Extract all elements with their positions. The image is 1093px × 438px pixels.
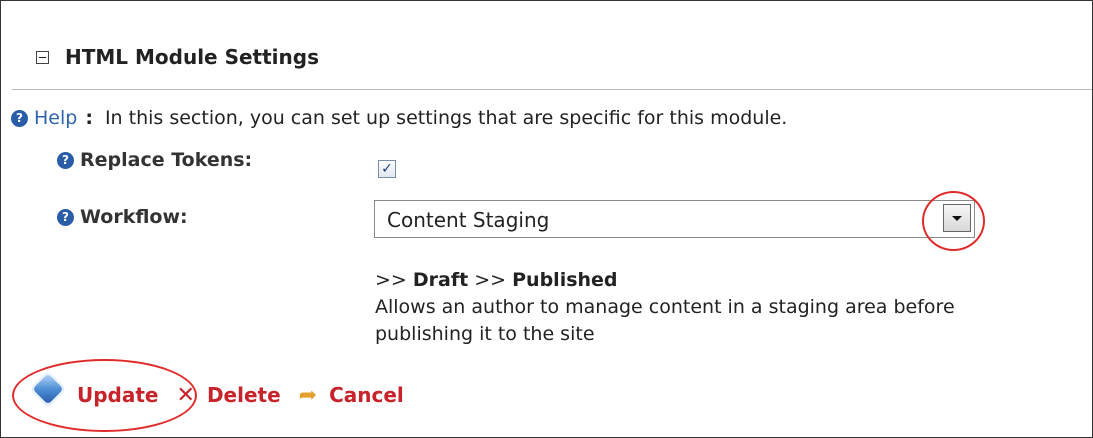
x-icon: ✕ (176, 382, 195, 408)
workflow-label: ? Workflow: (57, 206, 188, 228)
update-diamond-icon (29, 370, 67, 408)
collapse-icon[interactable] (36, 50, 49, 64)
question-circle-icon[interactable]: ? (11, 109, 28, 127)
help-description: In this section, you can set up settings… (104, 107, 788, 129)
workflow-label-text: Workflow: (80, 206, 188, 228)
chevron-down-icon[interactable] (943, 204, 971, 232)
help-colon: : (85, 107, 93, 129)
workflow-step-draft: Draft (412, 269, 469, 291)
update-button[interactable]: Update (29, 370, 159, 408)
cancel-button[interactable]: ➦ Cancel (299, 383, 404, 408)
workflow-selected-value: Content Staging (387, 208, 550, 232)
workflow-description: >> Draft >> Published Allows an author t… (375, 267, 1055, 348)
cancel-label: Cancel (329, 383, 404, 407)
workflow-step-published: Published (512, 269, 618, 291)
section-header[interactable]: HTML Module Settings (36, 45, 319, 69)
section-title: HTML Module Settings (65, 45, 319, 69)
action-bar: Update ✕ Delete ➦ Cancel (29, 370, 422, 408)
replace-tokens-checkbox[interactable]: ✓ (378, 160, 396, 178)
delete-label: Delete (206, 383, 281, 407)
delete-button[interactable]: ✕ Delete (177, 383, 281, 408)
replace-tokens-label-text: Replace Tokens: (80, 149, 253, 171)
update-label: Update (77, 383, 159, 407)
help-link[interactable]: Help (34, 107, 77, 129)
workflow-steps: >> Draft >> Published (375, 269, 618, 291)
module-settings-panel: HTML Module Settings ? Help : In this se… (0, 0, 1093, 438)
help-row: ? Help : In this section, you can set up… (11, 107, 787, 129)
workflow-select[interactable]: Content Staging (374, 200, 975, 238)
question-circle-icon[interactable]: ? (57, 151, 74, 169)
question-circle-icon[interactable]: ? (57, 208, 74, 226)
back-arrow-icon: ➦ (298, 382, 318, 408)
workflow-description-text: Allows an author to manage content in a … (375, 296, 955, 345)
section-divider (12, 89, 1092, 90)
replace-tokens-label: ? Replace Tokens: (57, 149, 252, 171)
